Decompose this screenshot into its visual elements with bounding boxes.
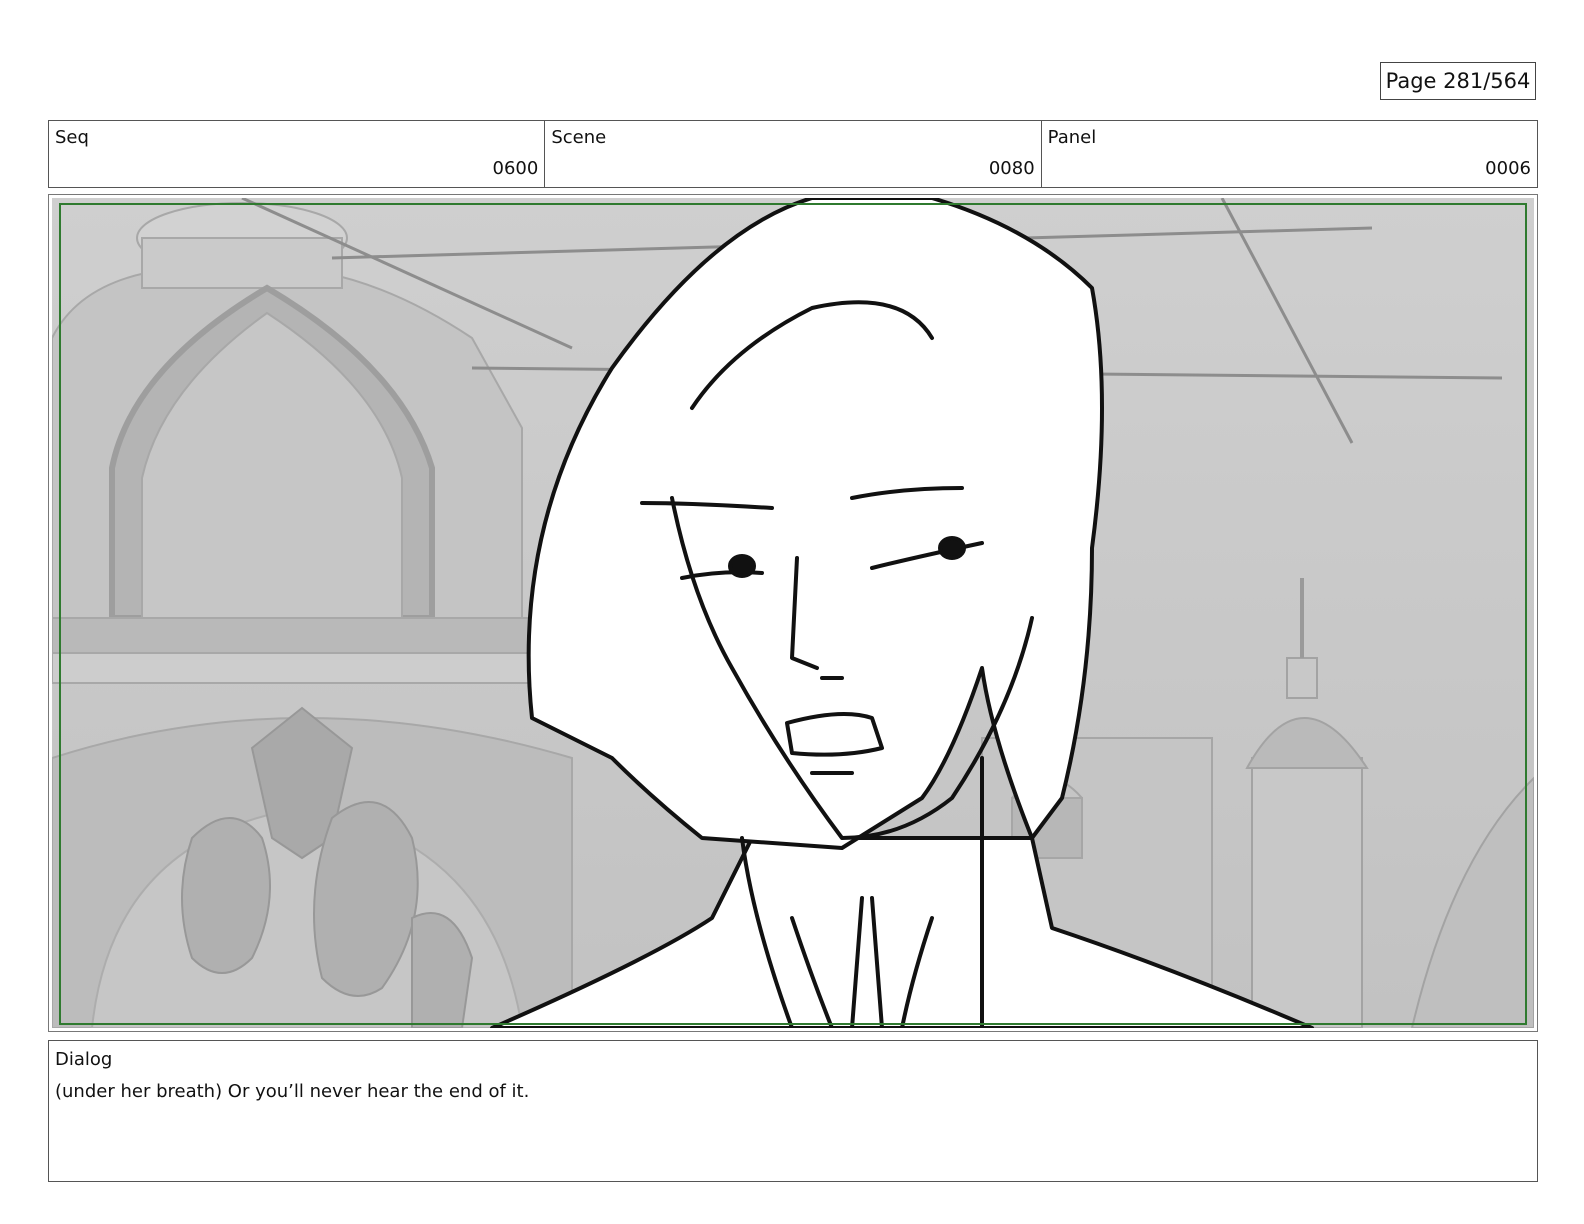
storyboard-image [52, 198, 1534, 1028]
seq-cell: Seq 0600 [49, 121, 546, 187]
panel-value: 0006 [1485, 158, 1531, 179]
storyboard-sketch [52, 198, 1534, 1028]
seq-value: 0600 [492, 158, 539, 179]
panel-info-header: Seq 0600 Scene 0080 Panel 0006 [48, 120, 1538, 188]
dialog-label: Dialog [55, 1049, 113, 1070]
panel-cell: Panel 0006 [1042, 121, 1537, 187]
scene-value: 0080 [988, 158, 1035, 179]
scene-label: Scene [551, 127, 607, 148]
dialog-text: (under her breath) Or you’ll never hear … [55, 1081, 530, 1102]
page-indicator: Page 281/564 [1380, 62, 1536, 100]
storyboard-panel [48, 194, 1538, 1032]
seq-label: Seq [55, 127, 89, 148]
scene-cell: Scene 0080 [545, 121, 1042, 187]
dialog-box: Dialog (under her breath) Or you’ll neve… [48, 1040, 1538, 1182]
panel-label: Panel [1047, 127, 1097, 148]
